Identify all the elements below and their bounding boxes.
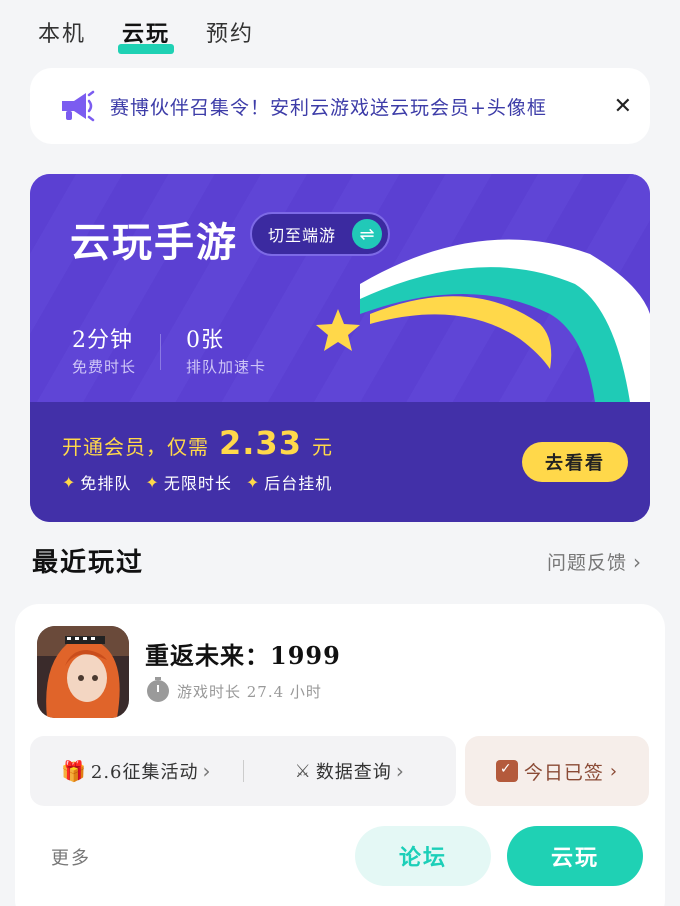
stat-label: 排队加速卡 [186,358,267,376]
more-link[interactable]: 更多 [51,844,91,870]
divider [160,334,161,370]
forum-button[interactable]: 论坛 [355,826,491,886]
calendar-check-icon [495,760,518,782]
perk-item: ✦ 后台挂机 [246,470,332,494]
playtime: 游戏时长 27.4 小时 [147,677,322,702]
cloud-play-banner[interactable]: 云玩手游 切至端游 ⇌ 2分钟 免费时长 0张 排队加速卡 开通会员，仅需 2.… [30,174,650,522]
data-query-link[interactable]: ⚔ 数据查询 › [244,758,457,784]
switch-label: 切至端游 [268,226,337,245]
chevron-right-icon: › [609,760,619,782]
star-icon: ✦ [145,472,160,492]
stopwatch-icon [147,677,169,702]
perk-item: ✦ 免排队 [62,470,131,494]
switch-pc-button[interactable]: 切至端游 ⇌ [250,212,390,256]
stat-value: 2分钟 [72,328,133,353]
chevron-right-icon: › [202,759,212,783]
gift-icon: 🎁 [60,759,87,783]
promo-price: 2.33 [219,424,302,462]
perk-label: 免排队 [80,474,132,493]
chevron-right-icon: › [395,759,405,783]
game-avatar-icon[interactable] [37,626,129,718]
tab-reserve[interactable]: 预约 [206,16,254,48]
cloud-play-button[interactable]: 云玩 [507,826,643,886]
feedback-link[interactable]: 问题反馈 › [547,548,642,575]
close-icon[interactable]: ✕ [614,94,632,119]
perk-label: 后台挂机 [264,474,333,493]
perk-item: ✦ 无限时长 [145,470,231,494]
checkin-button[interactable]: 今日已签 › [465,736,649,806]
stat-queue-card: 0张 排队加速卡 [186,322,266,377]
star-icon: ✦ [62,472,77,492]
tab-local[interactable]: 本机 [38,16,86,48]
stat-free-time: 2分钟 免费时长 [72,322,136,377]
swap-icon: ⇌ [352,219,382,249]
promo-unit: 元 [311,435,333,459]
feedback-label: 问题反馈 [546,552,627,574]
perk-label: 无限时长 [163,474,232,493]
megaphone-icon [62,90,95,122]
promo-line: 开通会员，仅需 2.33 元 [62,424,333,462]
banner-title: 云玩手游 [70,220,238,266]
chevron-right-icon: › [633,549,642,574]
stat-value: 0张 [186,328,224,353]
playtime-text: 游戏时长 27.4 小时 [177,682,322,701]
membership-promo: 开通会员，仅需 2.33 元 ✦ 免排队 ✦ 无限时长 ✦ 后台挂机 去看看 [30,402,650,522]
game-actions: 🎁 2.6征集活动 › ⚔ 数据查询 › [30,736,456,806]
crossed-swords-icon: ⚔ [294,760,312,782]
checkin-label: 今日已签 [523,761,604,784]
star-icon: ✦ [245,472,261,492]
promo-prefix: 开通会员，仅需 [62,435,209,459]
notice-bar[interactable]: 赛博伙伴召集令！安利云游戏送云玩会员+头像框 ✕ [30,68,650,144]
perks-list: ✦ 免排队 ✦ 无限时长 ✦ 后台挂机 [62,470,332,494]
top-tabs: 本机 云玩 预约 [38,14,254,54]
event-label: 2.6征集活动 [90,762,199,783]
stat-label: 免费时长 [72,358,137,376]
game-name: 重返未来：1999 [145,641,341,670]
data-query-label: 数据查询 [315,762,392,783]
tab-cloud-play[interactable]: 云玩 [118,16,175,54]
notice-text: 赛博伙伴召集令！安利云游戏送云玩会员+头像框 [110,96,547,119]
recent-game-card: 重返未来：1999 游戏时长 27.4 小时 🎁 2.6征集活动 › ⚔ 数据查… [15,604,665,906]
event-link[interactable]: 🎁 2.6征集活动 › [30,758,243,784]
recent-played-title: 最近玩过 [32,548,145,578]
go-see-button[interactable]: 去看看 [522,442,628,482]
